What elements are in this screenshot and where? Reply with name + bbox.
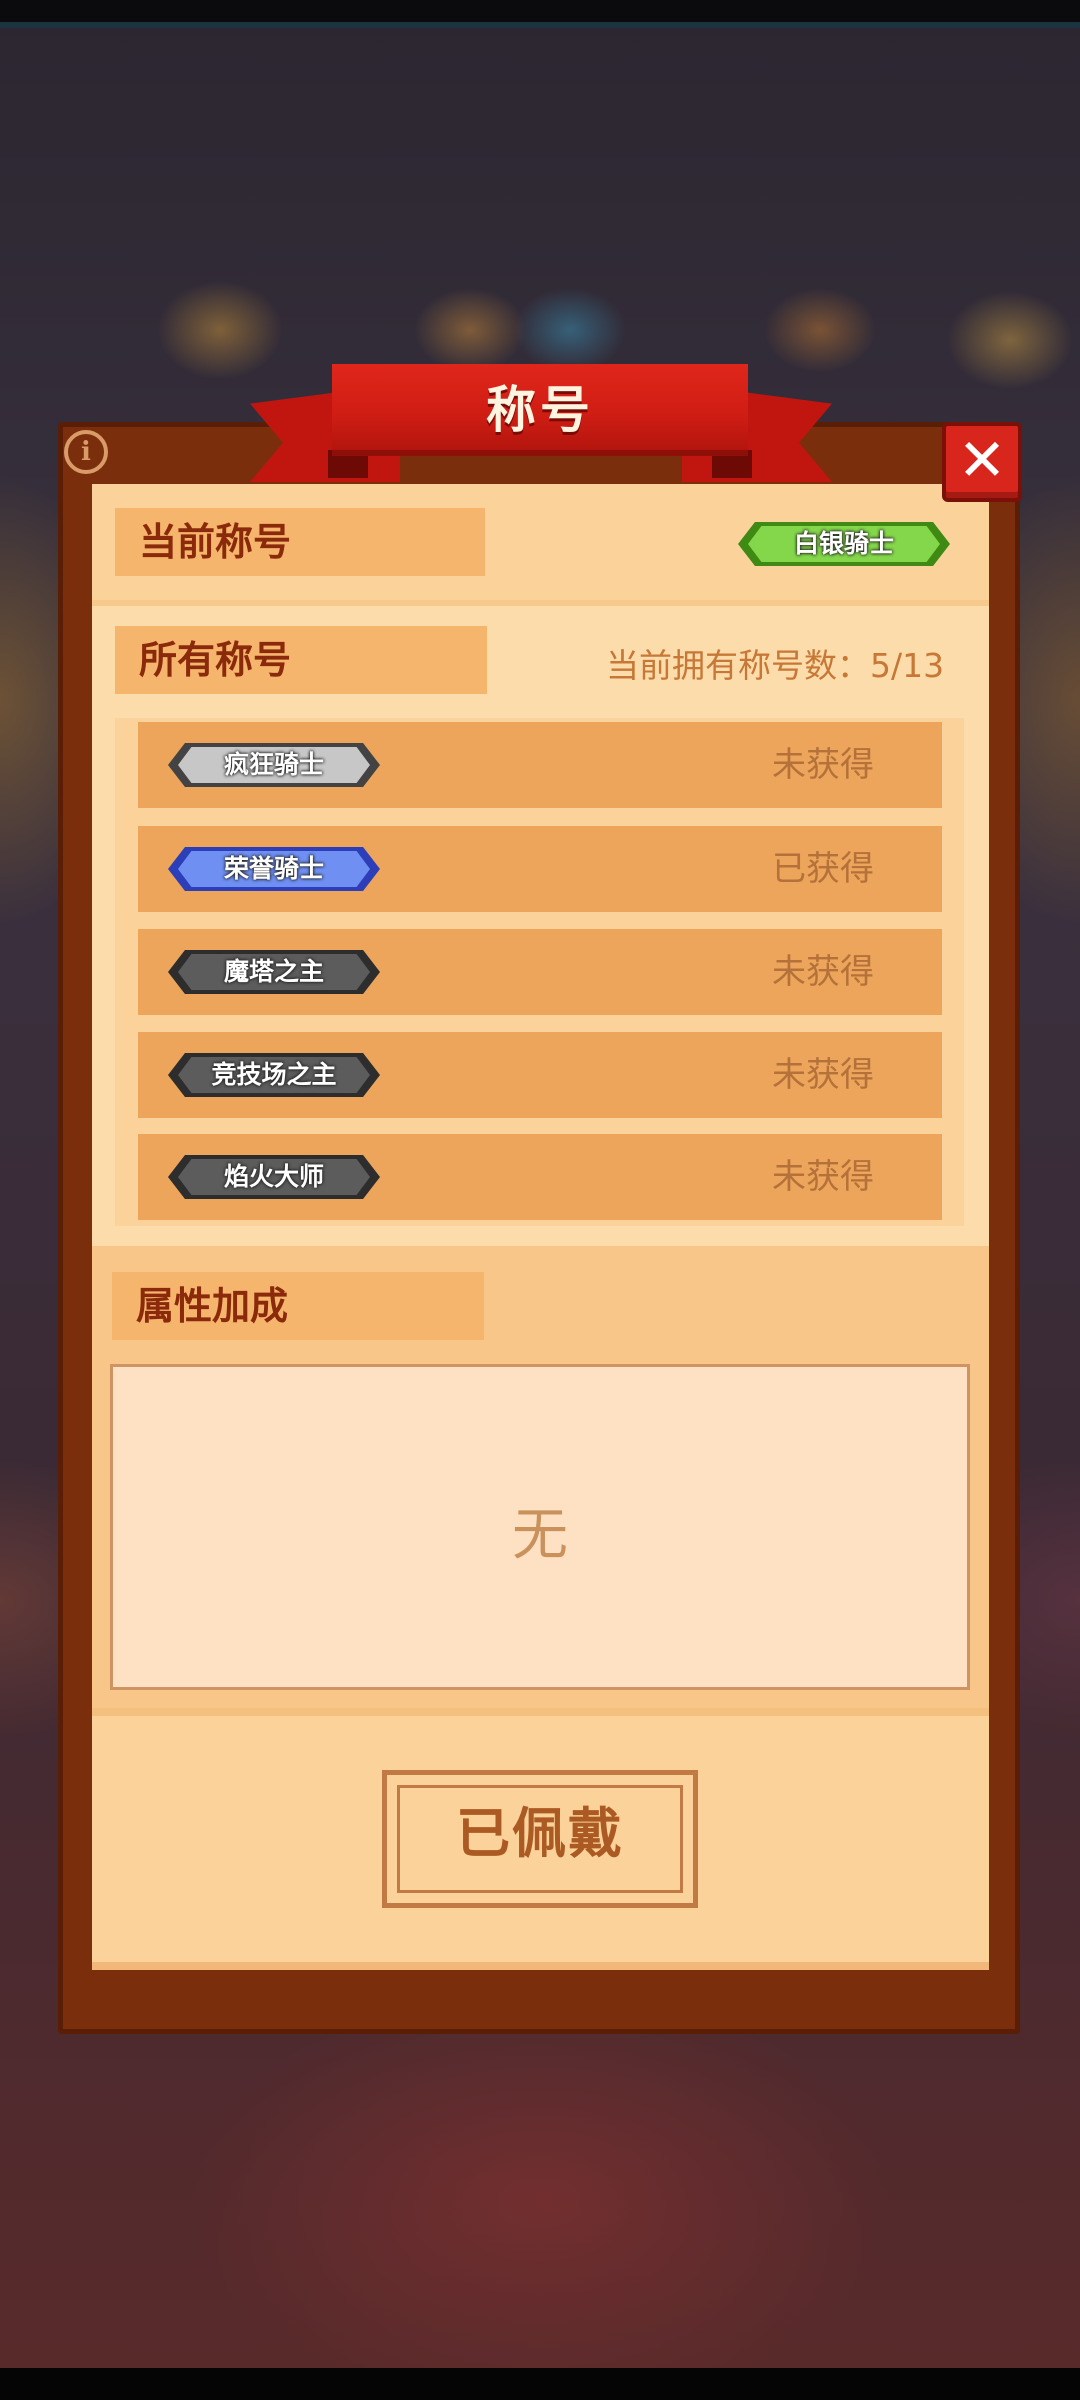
panel-bottom-edge: [92, 1962, 989, 1970]
current-title-heading: 当前称号: [115, 508, 485, 576]
close-button[interactable]: ✕: [942, 422, 1022, 502]
current-title-badge: 白银骑士: [738, 522, 950, 566]
title-row-2[interactable]: 魔塔之主 未获得: [138, 929, 942, 1015]
title-status: 未获得: [772, 1055, 874, 1095]
title-badge: 疯狂骑士: [168, 743, 380, 787]
title-row-1[interactable]: 荣誉骑士 已获得: [138, 826, 942, 912]
attribute-value: 无: [512, 1503, 568, 1568]
all-titles-heading: 所有称号: [115, 626, 487, 694]
equipped-button-label: 已佩戴: [456, 1802, 624, 1865]
title-status: 已获得: [772, 849, 874, 889]
title-badge: 焰火大师: [168, 1155, 380, 1199]
status-bar: [0, 0, 1080, 22]
attribute-heading: 属性加成: [112, 1272, 484, 1340]
equipped-button[interactable]: 已佩戴: [382, 1770, 698, 1908]
title-row-4[interactable]: 焰火大师 未获得: [138, 1134, 942, 1220]
close-icon: ✕: [957, 426, 1007, 494]
title-row-3[interactable]: 竞技场之主 未获得: [138, 1032, 942, 1118]
title-row-0[interactable]: 疯狂骑士 未获得: [138, 722, 942, 808]
title-status: 未获得: [772, 1157, 874, 1197]
title-badge: 魔塔之主: [168, 950, 380, 994]
title-status: 未获得: [772, 952, 874, 992]
owned-title-count: 当前拥有称号数：5/13: [606, 646, 945, 685]
current-title-badge-label: 白银骑士: [793, 529, 894, 558]
info-icon[interactable]: i: [64, 430, 108, 474]
dialog-title: 称号: [486, 381, 594, 439]
navigation-bar: [0, 2368, 1080, 2400]
status-bar-divider: [0, 22, 1080, 28]
section-divider: [92, 1708, 989, 1716]
title-status: 未获得: [772, 745, 874, 785]
title-badge: 竞技场之主: [168, 1053, 380, 1097]
title-badge: 荣誉骑士: [168, 847, 380, 891]
